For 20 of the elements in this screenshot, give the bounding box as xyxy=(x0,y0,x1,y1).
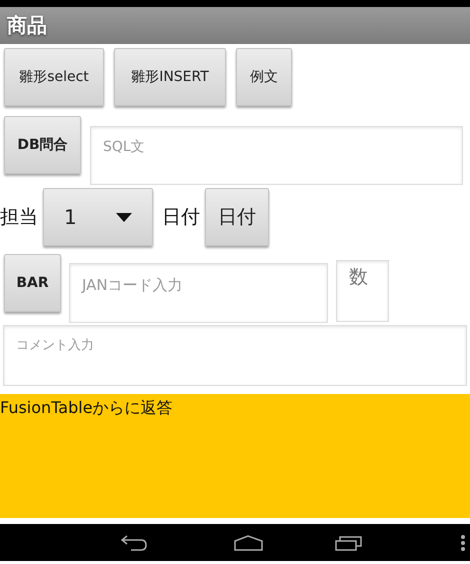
date-button[interactable]: 日付 xyxy=(205,188,269,246)
template-button[interactable]: 例文 xyxy=(236,48,292,106)
home-icon[interactable] xyxy=(234,534,263,550)
response-text: FusionTableからに返答 xyxy=(0,398,173,417)
staff-label: 担当 xyxy=(0,204,38,230)
comment-field[interactable]: コメント入力 xyxy=(3,325,467,386)
template-button[interactable]: 雛形INSERT xyxy=(114,48,226,106)
quantity-field[interactable]: 数 xyxy=(336,260,389,322)
date-label: 日付 xyxy=(162,204,200,230)
overflow-menu-icon[interactable] xyxy=(460,534,466,552)
back-icon[interactable] xyxy=(121,534,148,550)
jan-code-field[interactable]: JANコード入力 xyxy=(69,263,328,323)
recent-apps-icon[interactable] xyxy=(335,534,362,550)
query-button[interactable]: DB問合 xyxy=(4,116,81,174)
template-button[interactable]: 雛形select xyxy=(4,48,104,106)
app-title: 商品 xyxy=(0,7,470,44)
staff-dropdown[interactable]: 1 xyxy=(43,188,153,246)
barcode-button[interactable]: BAR xyxy=(4,254,61,312)
sql-field[interactable]: SQL文 xyxy=(90,126,463,185)
dropdown-caret-icon xyxy=(116,212,132,222)
